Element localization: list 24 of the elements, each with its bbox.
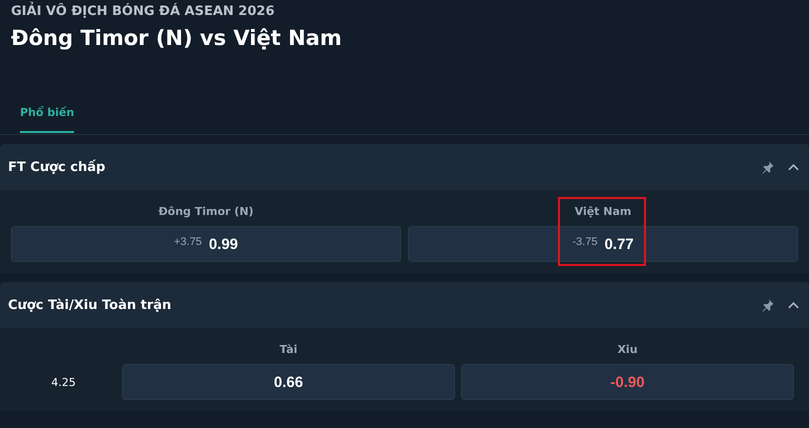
odds-button[interactable]: -0.90 bbox=[461, 364, 794, 400]
column-header: Xiu bbox=[617, 342, 638, 356]
handicap-line: +3.75 bbox=[174, 236, 202, 248]
market-tab[interactable]: Phổ biến bbox=[20, 94, 74, 133]
odds-price: 0.77 bbox=[604, 236, 634, 252]
odds-button[interactable]: -3.75 0.77 bbox=[408, 226, 798, 262]
odds-button[interactable]: 0.66 bbox=[122, 364, 455, 400]
market-title: Cược Tài/Xiu Toàn trận bbox=[8, 298, 172, 312]
odds-price: -0.90 bbox=[610, 374, 645, 390]
handicap-line: -3.75 bbox=[572, 236, 598, 248]
pin-icon[interactable] bbox=[760, 298, 775, 312]
odds-button[interactable]: +3.75 0.99 bbox=[11, 226, 401, 262]
market-title: FT Cược chấp bbox=[8, 160, 106, 174]
market-header[interactable]: FT Cược chấp bbox=[0, 144, 809, 190]
market-header[interactable]: Cược Tài/Xiu Toàn trận bbox=[0, 282, 809, 328]
pin-icon[interactable] bbox=[760, 160, 775, 174]
column-header: Việt Nam bbox=[574, 204, 632, 218]
league-name: GIẢI VÔ ĐỊCH BÓNG ĐÁ ASEAN 2026 bbox=[11, 4, 798, 20]
odds-price: 0.66 bbox=[274, 374, 304, 390]
match-title: Đông Timor (N) vs Việt Nam bbox=[11, 26, 343, 52]
odds-price: 0.99 bbox=[208, 236, 238, 252]
column-header: Tài bbox=[280, 342, 298, 356]
column-header: Đông Timor (N) bbox=[158, 204, 254, 218]
line-value: 4.25 bbox=[50, 374, 77, 390]
